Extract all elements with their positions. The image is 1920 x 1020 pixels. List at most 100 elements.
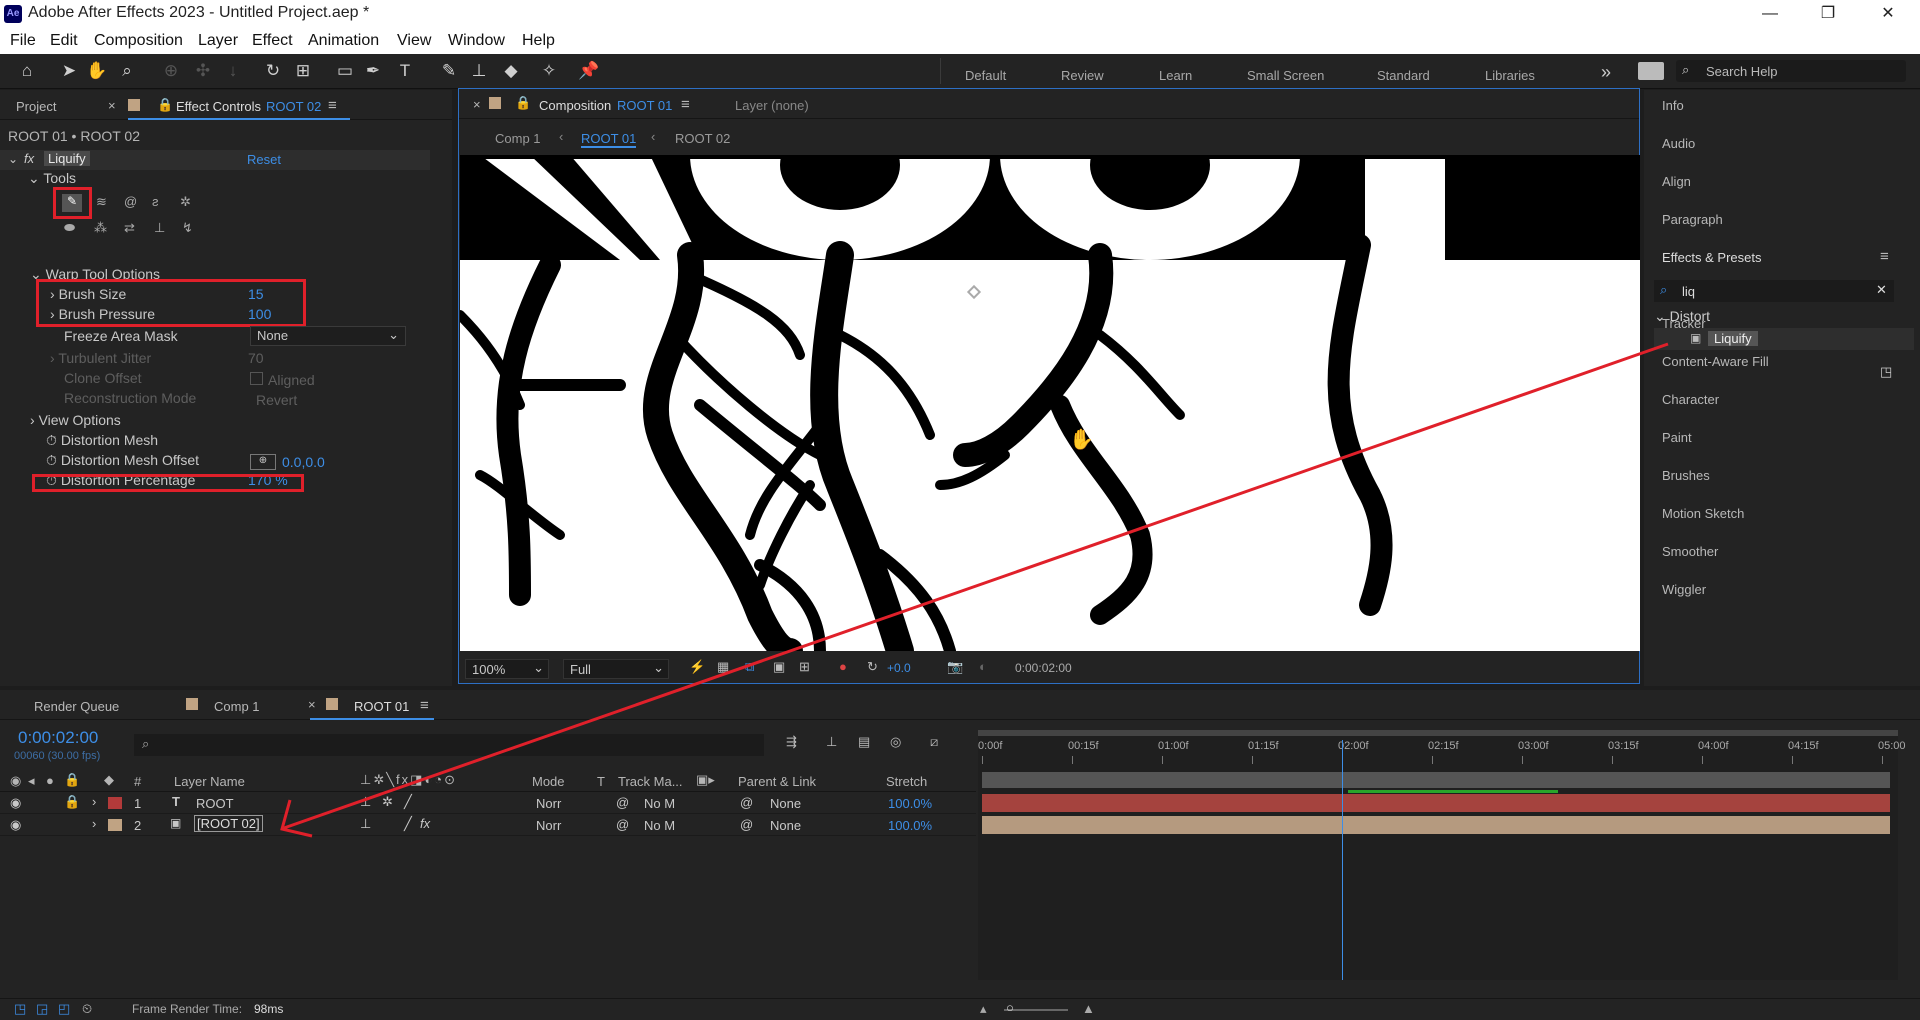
rectangle-tool-icon[interactable]: ▭ <box>334 60 356 82</box>
layer-name[interactable]: [ROOT 02] <box>194 815 263 832</box>
quality-switch-icon[interactable]: ╱ <box>404 816 412 832</box>
panel-menu-icon[interactable]: ≡ <box>681 96 690 113</box>
pen-tool-icon[interactable]: ✒ <box>362 60 384 82</box>
zoom-slider-thumb-icon[interactable]: ○ <box>1006 1000 1014 1015</box>
playhead[interactable] <box>1342 740 1343 980</box>
channel-icon[interactable]: ● <box>839 659 847 674</box>
clone-stamp-icon[interactable]: ⊥ <box>468 60 490 82</box>
motion-sketch-panel[interactable]: Motion Sketch <box>1662 506 1744 521</box>
menu-animation[interactable]: Animation <box>308 32 379 50</box>
stopwatch-icon[interactable]: ⏱ <box>46 452 57 468</box>
lock-icon[interactable]: 🔒 <box>515 95 531 111</box>
shift-pixels-tool-icon[interactable]: ⁂ <box>94 220 107 236</box>
close-tab-icon[interactable]: × <box>308 697 316 712</box>
layer-name-header[interactable]: Layer Name <box>174 774 245 789</box>
eye-icon[interactable]: ◉ <box>10 795 21 811</box>
snapshot-icon[interactable]: 📷 <box>947 659 963 675</box>
crosshair-icon[interactable]: ⊕ <box>250 454 276 470</box>
freeze-mask-dropdown[interactable]: None ⌄ <box>250 326 406 346</box>
paint-panel[interactable]: Paint <box>1662 430 1692 445</box>
parent-dropdown[interactable]: None <box>770 796 801 811</box>
solo-switch-icon[interactable]: ● <box>46 773 54 788</box>
frame-blending-icon[interactable]: ▤ <box>858 734 870 750</box>
rotation-tool-icon[interactable]: ↻ <box>262 60 284 82</box>
toggle-modes-icon[interactable]: ◲ <box>36 1001 48 1017</box>
audio-switch-icon[interactable]: ◂ <box>28 773 35 789</box>
work-area-range[interactable] <box>982 772 1890 788</box>
reset-exposure-icon[interactable]: ↻ <box>867 659 878 675</box>
fx-icon[interactable]: fx <box>420 816 430 831</box>
orbit-camera-icon[interactable]: ⊕ <box>160 60 182 82</box>
composition-viewer[interactable] <box>460 155 1640 651</box>
audio-panel[interactable]: Audio <box>1662 136 1695 151</box>
close-tab-icon[interactable]: × <box>473 97 481 112</box>
eye-icon[interactable]: ◉ <box>10 817 21 833</box>
menu-view[interactable]: View <box>397 32 431 50</box>
fx-icon[interactable]: fx <box>24 151 34 166</box>
mesh-offset-value[interactable]: 0.0,0.0 <box>282 454 325 470</box>
view-options-section[interactable]: › View Options <box>30 412 121 428</box>
brushes-panel[interactable]: Brushes <box>1662 468 1710 483</box>
menu-help[interactable]: Help <box>522 32 555 50</box>
new-folder-icon[interactable]: ◳ <box>1880 364 1892 380</box>
twirl-ccw-tool-icon[interactable]: ƨ <box>152 194 159 209</box>
layer-label-color[interactable] <box>108 819 122 831</box>
menu-window[interactable]: Window <box>448 32 505 50</box>
layer-search-input[interactable]: ⌕ <box>134 734 764 756</box>
fast-previews-icon[interactable]: ⚡ <box>689 659 705 675</box>
transparency-grid-icon[interactable]: ▦ <box>717 659 729 675</box>
lock-icon[interactable]: 🔒 <box>157 97 173 113</box>
effect-name[interactable]: Liquify <box>44 151 90 166</box>
layer-bar-2[interactable] <box>982 816 1890 834</box>
selection-tool-icon[interactable]: ➤ <box>58 60 80 82</box>
exposure-value[interactable]: +0.0 <box>887 661 911 675</box>
paragraph-panel[interactable]: Paragraph <box>1662 212 1723 227</box>
tab-layer-none[interactable]: Layer (none) <box>735 98 809 113</box>
tab-effect-controls[interactable]: Effect Controls <box>176 99 261 114</box>
stopwatch-icon[interactable]: ⏱ <box>46 432 57 448</box>
lock-icon[interactable]: 🔒 <box>64 794 80 810</box>
grid-guides-icon[interactable]: ⊞ <box>799 659 810 675</box>
draft-3d-icon[interactable]: ⊥ <box>826 734 837 750</box>
zoom-tool-icon[interactable]: ⌕ <box>116 60 138 82</box>
liquify-result-row[interactable]: ▣ Liquify <box>1654 328 1914 350</box>
show-snapshot-icon[interactable]: ◐ <box>979 659 987 674</box>
menu-effect[interactable]: Effect <box>252 32 293 50</box>
zoom-out-icon[interactable]: ▴ <box>980 1001 987 1017</box>
effects-search-input[interactable]: ⌕ liq ✕ <box>1654 280 1894 302</box>
tracker-panel[interactable]: Tracker <box>1662 316 1706 331</box>
time-ruler[interactable]: 0:00f 00:15f 01:00f 01:15f 02:00f 02:15f 03:00… <box>978 736 1906 766</box>
keyboard-shortcuts-icon[interactable] <box>1638 62 1664 80</box>
layer-row-2[interactable]: ◉ › 2 ▣ [ROOT 02] ⊥ ╱ fx Norr @ No M @ N… <box>0 814 976 836</box>
expand-arrow-icon[interactable]: ⌄ <box>8 152 18 166</box>
pickwhip-icon[interactable]: @ <box>740 795 753 810</box>
video-switch-icon[interactable]: ◉ <box>10 773 21 789</box>
content-aware-fill-panel[interactable]: Content-Aware Fill <box>1662 354 1769 369</box>
tab-render-queue[interactable]: Render Queue <box>34 699 119 714</box>
lock-icon[interactable]: 🔒 <box>64 772 80 788</box>
render-time-icon[interactable]: ⏲ <box>82 1001 92 1017</box>
menu-composition[interactable]: Composition <box>94 32 183 50</box>
workspace-more-button[interactable]: » <box>1601 62 1611 83</box>
collapse-switch-icon[interactable]: ✲ <box>382 794 393 810</box>
reconstruction-tool-icon[interactable]: ↯ <box>182 220 193 236</box>
panel-menu-icon[interactable]: ≡ <box>1880 248 1889 265</box>
brush-tool-icon[interactable]: ✎ <box>438 60 460 82</box>
label-tag-icon[interactable]: ◆ <box>104 772 114 788</box>
panel-menu-icon[interactable]: ≡ <box>328 97 337 114</box>
reflection-tool-icon[interactable]: ⇄ <box>124 220 135 236</box>
type-tool-icon[interactable]: T <box>394 60 416 82</box>
clone-tool-icon[interactable]: ⊥ <box>154 220 165 236</box>
mode-dropdown[interactable]: Norr <box>536 818 561 833</box>
resolution-dropdown[interactable]: Full ⌄ <box>563 659 669 679</box>
track-matte-dropdown[interactable]: No M <box>644 818 675 833</box>
quality-switch-icon[interactable]: ╱ <box>404 794 412 810</box>
workspace-libraries[interactable]: Libraries <box>1485 68 1535 83</box>
wiggler-panel[interactable]: Wiggler <box>1662 582 1706 597</box>
eraser-tool-icon[interactable]: ◆ <box>500 60 522 82</box>
workspace-small-screen[interactable]: Small Screen <box>1247 68 1324 83</box>
viewer-timecode[interactable]: 0:00:02:00 <box>1015 661 1072 675</box>
mask-visibility-icon[interactable]: ⧉ <box>745 659 754 675</box>
parent-dropdown[interactable]: None <box>770 818 801 833</box>
comp-mini-flowchart-icon[interactable]: ⇶ <box>786 734 797 750</box>
